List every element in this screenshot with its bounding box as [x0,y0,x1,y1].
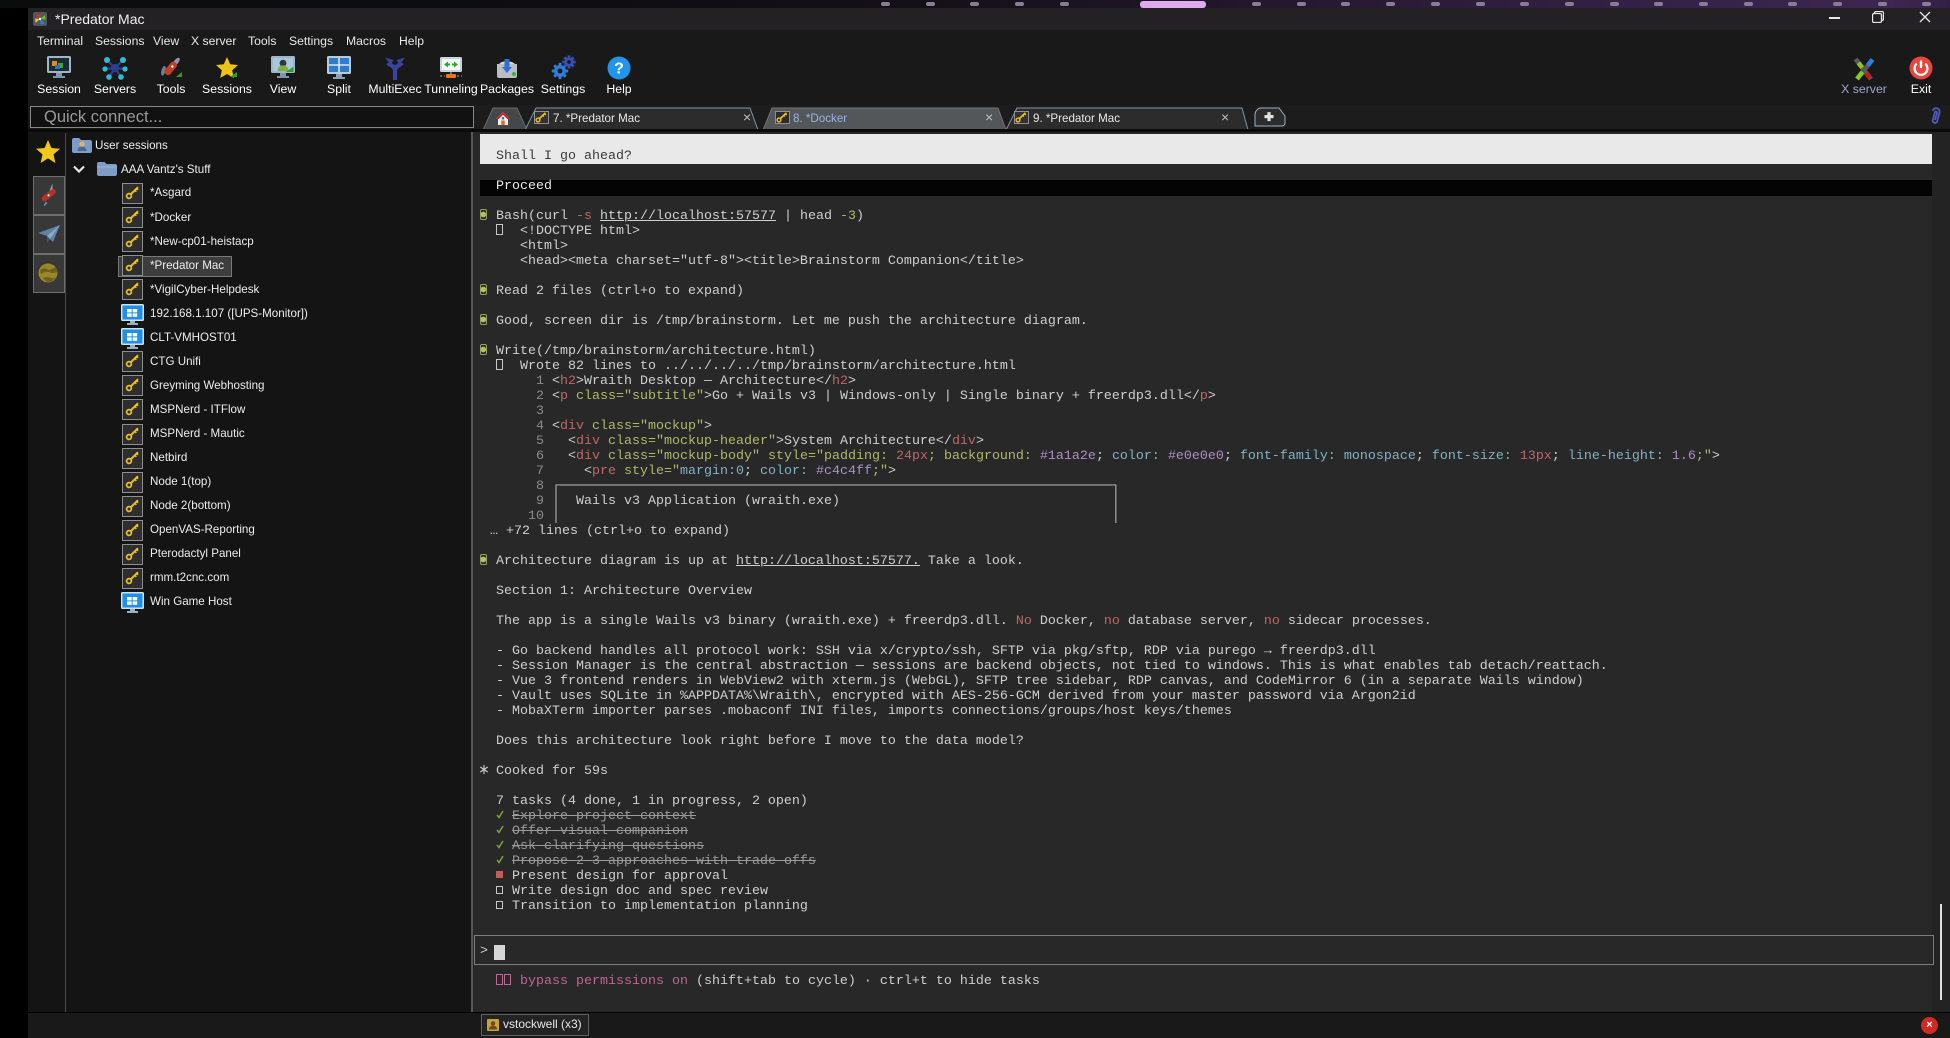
svg-text:?: ? [614,61,624,78]
